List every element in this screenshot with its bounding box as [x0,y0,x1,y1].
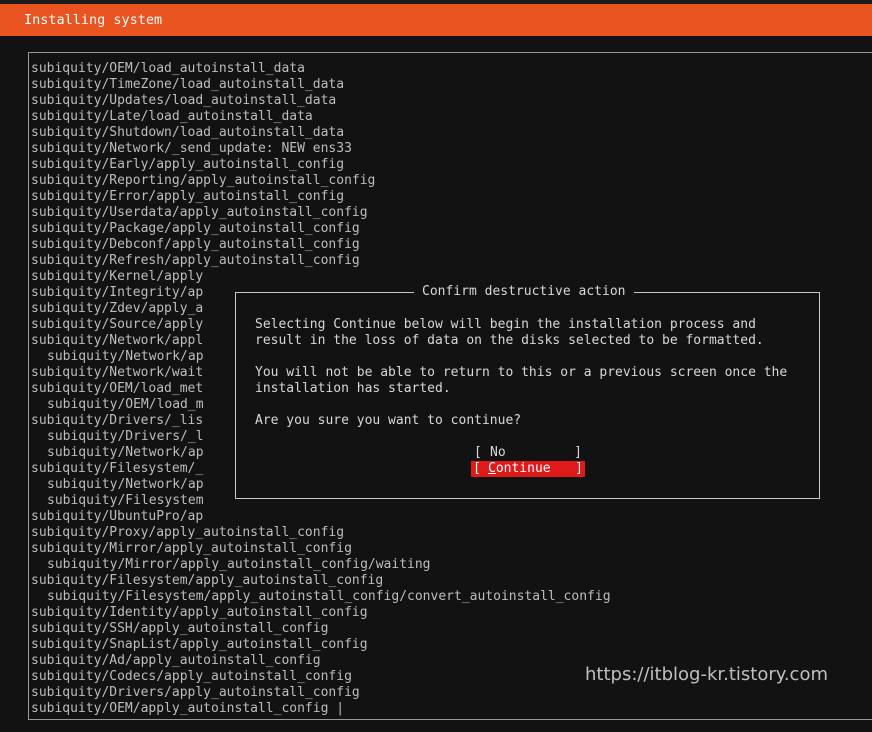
no-button[interactable]: [ No ] [472,445,584,461]
log-line: subiquity/Package/apply_autoinstall_conf… [31,221,360,236]
log-line: subiquity/Refresh/apply_autoinstall_conf… [31,253,360,268]
dialog-message: Selecting Continue below will begin the … [255,317,787,429]
log-line: subiquity/Kernel/apply [31,269,204,284]
log-line: subiquity/Mirror/apply_autoinstall_confi… [31,541,352,556]
log-line: subiquity/Codecs/apply_autoinstall_confi… [31,669,352,684]
focus-cursor-letter: C [488,461,496,476]
message-line: You will not be able to return to this o… [255,365,788,380]
log-line: subiquity/UbuntuPro/ap [31,509,204,524]
log-line: subiquity/Shutdown/load_autoinstall_data [31,125,345,140]
continue-button[interactable]: [ Continue ] [471,461,585,477]
log-line: subiquity/Error/apply_autoinstall_config [31,189,345,204]
log-line: subiquity/Early/apply_autoinstall_config [31,157,345,172]
log-line: subiquity/Filesystem/apply_autoinstall_c… [31,573,384,588]
log-line: subiquity/Userdata/apply_autoinstall_con… [31,205,368,220]
log-line: subiquity/SSH/apply_autoinstall_config [31,621,329,636]
dialog-title: Confirm destructive action [414,284,634,300]
message-line: installation has started. [255,381,451,396]
continue-button-label: Continue [488,461,551,477]
log-line: subiquity/Debconf/apply_autoinstall_conf… [31,237,360,252]
log-line: subiquity/Filesystem/apply_autoinstall_c… [47,589,611,604]
bracket-right: ] [575,461,583,476]
log-line: subiquity/OEM/apply_autoinstall_config | [31,701,345,716]
message-line: result in the loss of data on the disks … [255,333,764,348]
bracket-left: [ [474,445,482,460]
log-line: subiquity/Updates/load_autoinstall_data [31,93,337,108]
message-line: Selecting Continue below will begin the … [255,317,756,332]
log-line: subiquity/SnapList/apply_autoinstall_con… [31,637,368,652]
confirm-dialog: Confirm destructive action Selecting Con… [235,284,820,499]
log-line: subiquity/TimeZone/load_autoinstall_data [31,77,345,92]
log-line: subiquity/Reporting/apply_autoinstall_co… [31,173,376,188]
window-title-bar: Installing system [0,4,872,36]
bracket-right: ] [574,445,582,460]
window-title: Installing system [24,12,163,28]
log-line: subiquity/Identity/apply_autoinstall_con… [31,605,368,620]
log-line: subiquity/Ad/apply_autoinstall_config [31,653,321,668]
log-line: subiquity/Late/load_autoinstall_data [31,109,313,124]
log-line: subiquity/Drivers/apply_autoinstall_conf… [31,685,360,700]
watermark-text: https://itblog-kr.tistory.com [585,664,828,685]
continue-label-rest: ontinue [495,461,551,476]
bracket-left: [ [473,461,481,476]
log-line: subiquity/Network/_send_update: NEW ens3… [31,141,352,156]
no-button-label: No [490,445,506,460]
log-line: subiquity/OEM/load_autoinstall_data [31,61,305,76]
log-line: subiquity/Mirror/apply_autoinstall_confi… [47,557,431,572]
confirm-question: Are you sure you want to continue? [255,413,522,428]
log-line: subiquity/Proxy/apply_autoinstall_config [31,525,345,540]
